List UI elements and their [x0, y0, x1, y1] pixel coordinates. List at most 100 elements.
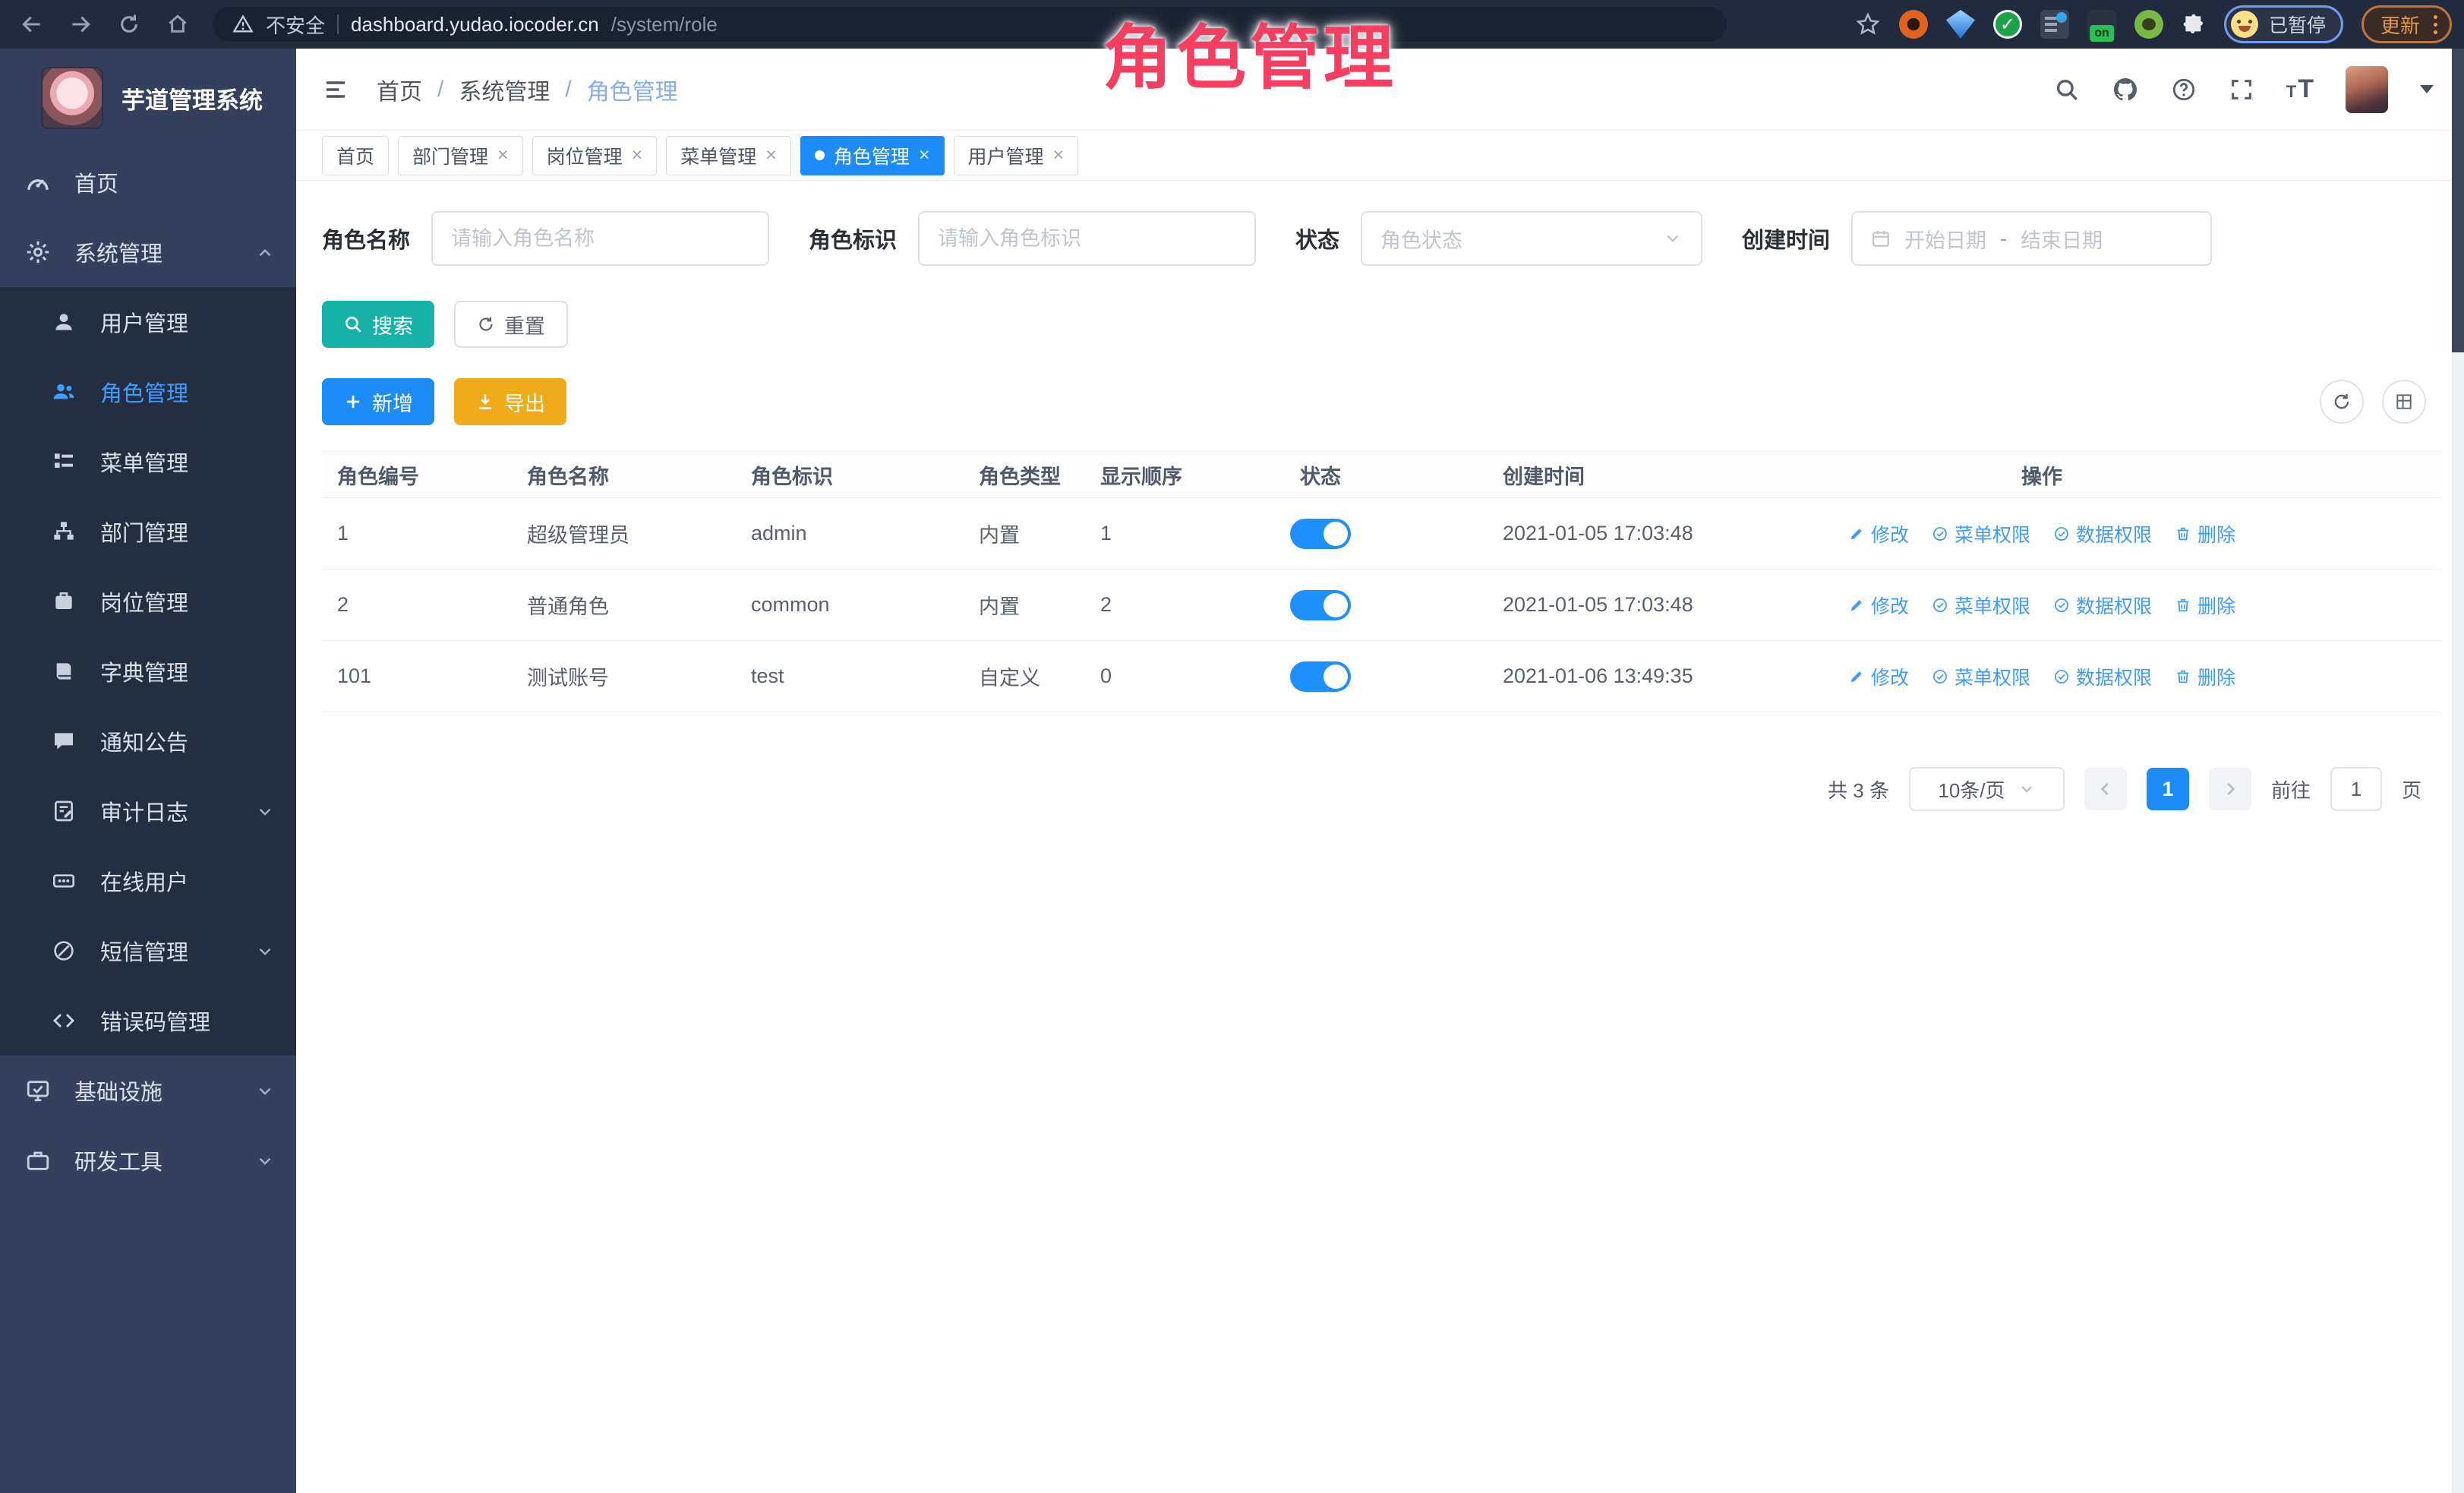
status-toggle[interactable]: [1290, 519, 1351, 549]
tab-role-mgmt[interactable]: 角色管理 ×: [800, 136, 945, 175]
tab-menu-mgmt[interactable]: 菜单管理 ×: [666, 136, 791, 175]
col-header: 显示顺序: [1085, 460, 1237, 490]
tab-user-mgmt[interactable]: 用户管理 ×: [954, 136, 1079, 175]
refresh-table-button[interactable]: [2320, 380, 2364, 424]
close-icon[interactable]: ×: [919, 146, 930, 165]
app-logo[interactable]: 芋道管理系统: [0, 49, 296, 147]
sidebar-item-dept-mgmt[interactable]: 部门管理: [0, 497, 296, 567]
data-permission-link[interactable]: 数据权限: [2053, 663, 2152, 690]
edit-link[interactable]: 修改: [1848, 520, 1909, 548]
pagination: 共 3 条 10条/页 1 前往 页: [322, 767, 2441, 811]
hamburger-menu-icon[interactable]: [322, 76, 349, 103]
column-settings-button[interactable]: [2382, 380, 2426, 424]
extension-icon[interactable]: on: [2087, 10, 2116, 39]
github-icon[interactable]: [2112, 76, 2139, 103]
extensions-puzzle-icon[interactable]: [2182, 12, 2206, 36]
breadcrumb-item[interactable]: 首页: [377, 73, 422, 106]
page-scrollbar[interactable]: [2452, 49, 2464, 1493]
date-end-placeholder: 结束日期: [2021, 224, 2103, 254]
sidebar-item-dict-mgmt[interactable]: 字典管理: [0, 636, 296, 706]
browser-menu-kebab-icon[interactable]: [2434, 15, 2437, 34]
browser-forward-icon[interactable]: [68, 12, 93, 36]
prev-page-button[interactable]: [2084, 768, 2127, 810]
bookmark-star-icon[interactable]: [1855, 11, 1881, 37]
sidebar-item-dev-tools[interactable]: 研发工具: [0, 1125, 296, 1195]
sidebar-item-system-mgmt[interactable]: 系统管理: [0, 217, 296, 287]
extension-icon[interactable]: [2040, 10, 2069, 39]
reset-button[interactable]: 重置: [454, 301, 568, 348]
page-size-select[interactable]: 10条/页: [1909, 767, 2065, 811]
goto-page-input[interactable]: [2330, 767, 2382, 811]
date-range-picker[interactable]: 开始日期 - 结束日期: [1851, 211, 2212, 266]
page-number-current[interactable]: 1: [2147, 768, 2189, 810]
address-bar[interactable]: 不安全 dashboard.yudao.iocoder.cn/system/ro…: [213, 7, 1727, 42]
sidebar-item-sms-mgmt[interactable]: 短信管理: [0, 916, 296, 986]
data-permission-link[interactable]: 数据权限: [2053, 520, 2152, 548]
scrollbar-thumb[interactable]: [2452, 49, 2464, 352]
close-icon[interactable]: ×: [1053, 146, 1065, 165]
chat-bubble-icon: [49, 729, 79, 753]
delete-link[interactable]: 删除: [2175, 592, 2235, 619]
extension-icon[interactable]: [2134, 10, 2163, 39]
menu-permission-link[interactable]: 菜单权限: [1932, 663, 2030, 690]
breadcrumb-separator: [565, 77, 571, 103]
extension-icon[interactable]: [1946, 10, 1975, 39]
browser-home-icon[interactable]: [166, 12, 190, 36]
col-header: 角色标识: [736, 460, 964, 490]
sidebar-item-online-users[interactable]: 在线用户: [0, 846, 296, 916]
role-name-label: 角色名称: [322, 223, 410, 254]
close-icon[interactable]: ×: [497, 146, 509, 165]
browser-update-button[interactable]: 更新: [2361, 5, 2452, 43]
delete-link[interactable]: 删除: [2175, 520, 2235, 548]
sidebar-item-home[interactable]: 首页: [0, 147, 296, 217]
search-icon[interactable]: [2054, 77, 2080, 103]
sidebar-item-menu-mgmt[interactable]: 菜单管理: [0, 427, 296, 497]
sidebar-item-error-code[interactable]: 错误码管理: [0, 986, 296, 1056]
row-actions: 修改 菜单权限 数据权限 删除: [1852, 592, 2232, 619]
sidebar-item-post-mgmt[interactable]: 岗位管理: [0, 567, 296, 636]
col-header: 状态: [1237, 460, 1404, 490]
export-button[interactable]: 导出: [454, 378, 566, 425]
role-name-field: [431, 211, 769, 266]
close-icon[interactable]: ×: [632, 146, 643, 165]
extension-icon[interactable]: ✓: [1993, 10, 2022, 39]
sidebar-item-user-mgmt[interactable]: 用户管理: [0, 287, 296, 357]
font-size-icon[interactable]: TT: [2286, 74, 2314, 104]
book-icon: [49, 659, 79, 683]
status-toggle[interactable]: [1290, 590, 1351, 620]
menu-permission-link[interactable]: 菜单权限: [1932, 592, 2030, 619]
close-icon[interactable]: ×: [765, 146, 777, 165]
next-page-button[interactable]: [2209, 768, 2251, 810]
sidebar-item-infrastructure[interactable]: 基础设施: [0, 1056, 296, 1125]
data-permission-link[interactable]: 数据权限: [2053, 592, 2152, 619]
search-button-label: 搜索: [372, 310, 413, 339]
breadcrumb-item[interactable]: 系统管理: [459, 73, 550, 106]
edit-link[interactable]: 修改: [1848, 663, 1909, 690]
not-secure-warning-icon[interactable]: [232, 14, 254, 35]
sidebar-item-role-mgmt[interactable]: 角色管理: [0, 357, 296, 427]
status-toggle[interactable]: [1290, 661, 1351, 692]
avatar-dropdown-caret-icon[interactable]: [2420, 85, 2434, 93]
tab-post-mgmt[interactable]: 岗位管理 ×: [532, 136, 658, 175]
help-icon[interactable]: [2171, 77, 2197, 103]
not-secure-label: 不安全: [266, 11, 325, 39]
extension-icon[interactable]: [1899, 10, 1928, 39]
search-button[interactable]: 搜索: [322, 301, 434, 348]
browser-reload-icon[interactable]: [117, 12, 141, 36]
user-avatar[interactable]: [2346, 66, 2388, 113]
role-name-input[interactable]: [451, 227, 749, 251]
role-key-input[interactable]: [938, 227, 1236, 251]
fullscreen-icon[interactable]: [2229, 77, 2254, 103]
sidebar-item-notice[interactable]: 通知公告: [0, 706, 296, 776]
delete-link[interactable]: 删除: [2175, 663, 2235, 690]
sidebar-item-audit-log[interactable]: 审计日志: [0, 776, 296, 846]
menu-permission-link[interactable]: 菜单权限: [1932, 520, 2030, 548]
tab-home[interactable]: 首页: [322, 136, 389, 175]
add-button[interactable]: 新增: [322, 378, 434, 425]
browser-profile-chip[interactable]: 已暂停: [2224, 5, 2343, 43]
status-select[interactable]: 角色状态: [1361, 211, 1702, 266]
tab-label: 菜单管理: [680, 142, 756, 169]
browser-back-icon[interactable]: [20, 12, 44, 36]
edit-link[interactable]: 修改: [1848, 592, 1909, 619]
tab-dept-mgmt[interactable]: 部门管理 ×: [398, 136, 523, 175]
